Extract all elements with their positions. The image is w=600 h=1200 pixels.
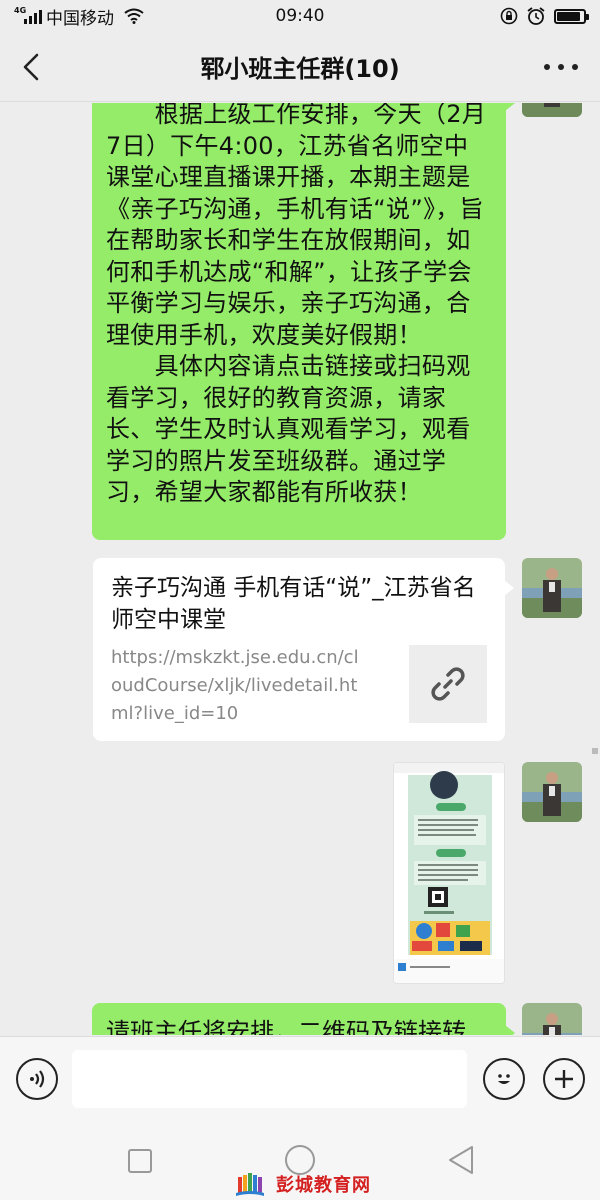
user-photo — [522, 558, 582, 618]
link-card-url: https://mskzkt.jse.edu.cn/cloudCourse/xl… — [111, 647, 359, 724]
wifi-icon — [124, 8, 144, 24]
watermark-text: 彭城教育网 — [276, 1175, 371, 1196]
input-bar — [0, 1036, 600, 1124]
link-card-message[interactable]: 亲子巧沟通 手机有话“说”_江苏省名师空中课堂 https://mskzkt.j… — [93, 558, 514, 741]
link-card-title: 亲子巧沟通 手机有话“说”_江苏省名师空中课堂 — [111, 575, 476, 633]
user-photo — [522, 103, 582, 117]
chat-header: 郓小班主任群(10) — [0, 32, 600, 102]
link-card-thumbnail — [409, 645, 487, 723]
alarm-icon — [527, 7, 545, 25]
emoji-button[interactable] — [483, 1058, 525, 1100]
image-message[interactable] — [393, 762, 505, 984]
link-icon — [431, 667, 465, 701]
user-photo — [522, 762, 582, 822]
avatar[interactable] — [522, 558, 582, 618]
system-back-button[interactable] — [446, 1144, 476, 1176]
emoji-icon — [498, 1074, 510, 1084]
network-type-label: 4G — [14, 6, 27, 15]
voice-input-button[interactable] — [16, 1058, 58, 1100]
scroll-indicator — [592, 748, 598, 754]
message-text: 根据上级工作安排，今天（2月7日）下午4:00，江苏省名师空中课堂心理直播课开播… — [106, 103, 487, 506]
watermark: 彭城教育网 — [236, 1171, 371, 1197]
plus-icon — [555, 1070, 573, 1088]
chevron-left-icon — [23, 53, 39, 81]
recent-apps-button[interactable] — [128, 1149, 152, 1173]
system-nav-bar: 彭城教育网 — [0, 1124, 600, 1200]
user-photo — [522, 1003, 582, 1035]
message-bubble-notice[interactable]: 根据上级工作安排，今天（2月7日）下午4:00，江苏省名师空中课堂心理直播课开播… — [92, 103, 515, 540]
chat-title: 郓小班主任群(10) — [200, 55, 400, 83]
clock: 09:40 — [275, 6, 325, 26]
more-functions-button[interactable] — [543, 1058, 585, 1100]
message-text: 请班主任将安排，二维码及链接转 — [106, 1018, 466, 1035]
poster-thumbnail — [394, 763, 504, 983]
carrier-label: 中国移动 — [46, 8, 114, 29]
message-bubble-partial[interactable]: 请班主任将安排，二维码及链接转 — [92, 1003, 515, 1035]
avatar[interactable] — [522, 1003, 582, 1035]
rotation-lock-icon — [500, 7, 518, 25]
more-dot-icon — [558, 64, 564, 70]
signal-icon: 4G — [14, 6, 42, 24]
avatar[interactable] — [522, 762, 582, 822]
message-input[interactable] — [72, 1050, 467, 1108]
status-bar: 4G 中国移动 09:40 — [0, 0, 600, 32]
message-list[interactable]: 根据上级工作安排，今天（2月7日）下午4:00，江苏省名师空中课堂心理直播课开播… — [0, 103, 600, 1035]
book-logo-icon — [236, 1173, 264, 1196]
more-dot-icon — [572, 64, 578, 70]
back-button[interactable] — [14, 50, 48, 84]
more-options-button[interactable] — [544, 54, 578, 80]
more-dot-icon — [544, 64, 550, 70]
avatar[interactable] — [522, 103, 582, 117]
battery-icon — [554, 8, 589, 24]
voice-icon — [30, 1070, 45, 1088]
